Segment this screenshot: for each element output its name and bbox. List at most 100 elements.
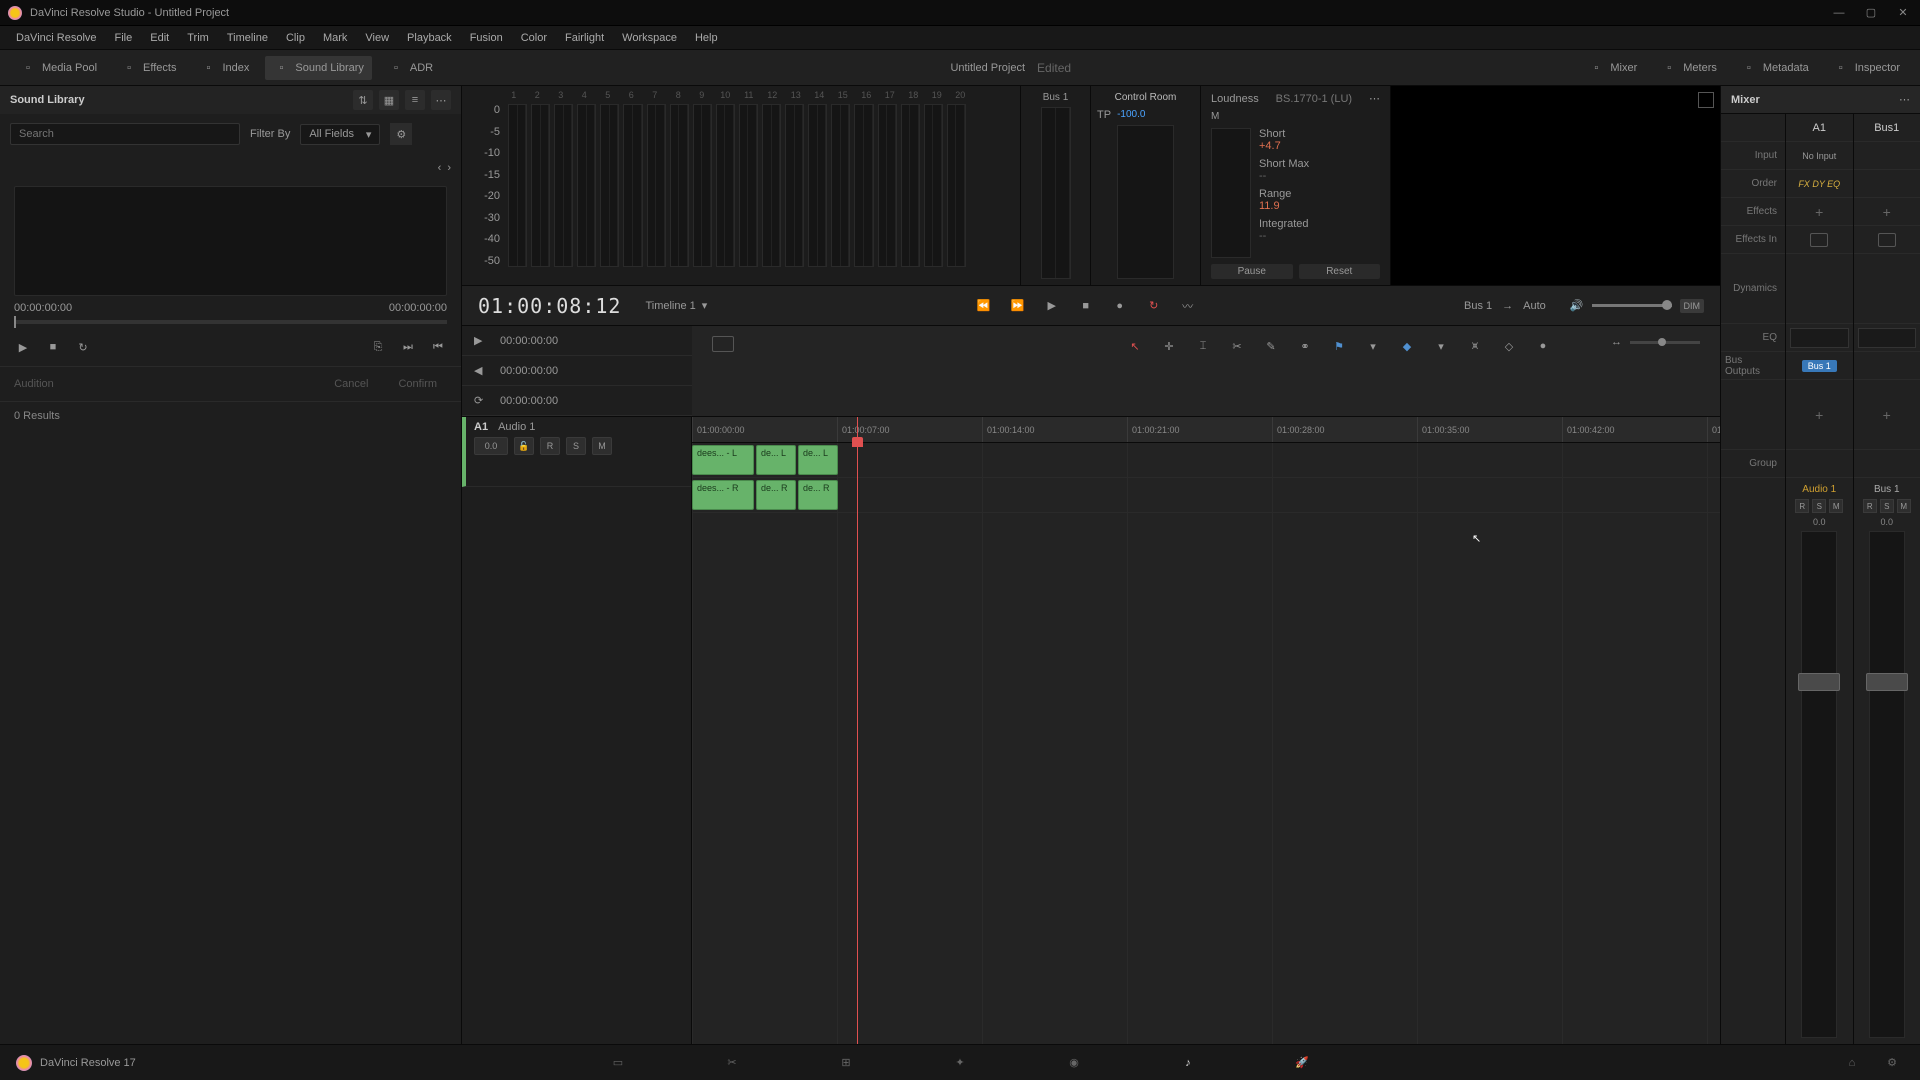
media-page-button[interactable]: ▭: [606, 1051, 630, 1075]
edit-tool[interactable]: ⌶: [1193, 336, 1213, 356]
zoom-slider[interactable]: [1630, 341, 1700, 344]
rewind-button[interactable]: ⏪: [974, 296, 994, 316]
range-tool[interactable]: ✛: [1159, 336, 1179, 356]
list-view-button[interactable]: ≡: [405, 90, 425, 110]
fairlight-page-button[interactable]: ♪: [1176, 1051, 1200, 1075]
menu-playback[interactable]: Playback: [399, 29, 460, 47]
tc-row-2[interactable]: ⟳00:00:00:00: [462, 386, 692, 416]
mixer-cell[interactable]: [1786, 254, 1853, 324]
home-button[interactable]: ⌂: [1840, 1051, 1864, 1075]
marker-dropdown[interactable]: ▾: [1431, 336, 1451, 356]
stop-button[interactable]: ■: [1076, 296, 1096, 316]
close-button[interactable]: ✕: [1894, 4, 1912, 22]
mixer-menu-button[interactable]: ⋯: [1899, 93, 1910, 106]
more-options-button[interactable]: ⋯: [431, 90, 451, 110]
search-input[interactable]: [10, 123, 240, 145]
pencil-tool[interactable]: ✎: [1261, 336, 1281, 356]
minimize-button[interactable]: —: [1830, 4, 1848, 22]
preview-scrubber[interactable]: [14, 320, 447, 324]
link-tool[interactable]: ⚭: [1295, 336, 1315, 356]
mixer-cell[interactable]: A1: [1786, 114, 1853, 142]
audio-clip[interactable]: dees... - L: [692, 445, 754, 475]
menu-mark[interactable]: Mark: [315, 29, 355, 47]
monitor-bus[interactable]: Bus 1: [1464, 300, 1492, 312]
flag-dropdown[interactable]: ▾: [1363, 336, 1383, 356]
edit-page-button[interactable]: ⊞: [834, 1051, 858, 1075]
color-page-button[interactable]: ◉: [1062, 1051, 1086, 1075]
sort-button[interactable]: ⇅: [353, 90, 373, 110]
audition-cancel-button[interactable]: Cancel: [324, 375, 378, 393]
settings-button[interactable]: ⚙: [1880, 1051, 1904, 1075]
mixer-fader[interactable]: Audio 1RSM0.0: [1786, 478, 1853, 1044]
audio-clip[interactable]: de... L: [798, 445, 838, 475]
track-record-button[interactable]: R: [540, 437, 560, 455]
menu-clip[interactable]: Clip: [278, 29, 313, 47]
loudness-reset-button[interactable]: Reset: [1299, 264, 1381, 279]
dot-tool[interactable]: ●: [1533, 336, 1553, 356]
mixer-cell[interactable]: Bus1: [1854, 114, 1920, 142]
metadata-button[interactable]: ▫Metadata: [1733, 56, 1817, 80]
tc-row-1[interactable]: ◀00:00:00:00: [462, 356, 692, 386]
nav-next-button[interactable]: ›: [447, 162, 451, 174]
audition-confirm-button[interactable]: Confirm: [388, 375, 447, 393]
track-mute-button[interactable]: M: [592, 437, 612, 455]
audio-clip[interactable]: dees... - R: [692, 480, 754, 510]
audio-clip[interactable]: de... L: [756, 445, 796, 475]
fusion-page-button[interactable]: ✦: [948, 1051, 972, 1075]
menu-fairlight[interactable]: Fairlight: [557, 29, 612, 47]
index-button[interactable]: ▫Index: [192, 56, 257, 80]
maximize-button[interactable]: ▢: [1862, 4, 1880, 22]
monitor-volume-slider[interactable]: [1592, 304, 1672, 307]
speaker-icon[interactable]: 🔊: [1570, 299, 1584, 312]
mixer-cell[interactable]: [1854, 352, 1920, 380]
menu-help[interactable]: Help: [687, 29, 726, 47]
play-button[interactable]: ▶: [1042, 296, 1062, 316]
fast-forward-button[interactable]: ⏩: [1008, 296, 1028, 316]
mixer-cell[interactable]: No Input: [1786, 142, 1853, 170]
menu-fusion[interactable]: Fusion: [462, 29, 511, 47]
preview-stop-button[interactable]: ■: [44, 338, 62, 356]
waveform-tool[interactable]: ⩙: [1465, 336, 1485, 356]
mixer-cell[interactable]: +: [1786, 380, 1853, 450]
timeline-selector[interactable]: Timeline 1 ▾: [645, 299, 707, 312]
track-lock-button[interactable]: 🔓: [514, 437, 534, 455]
timeline-ruler[interactable]: 01:00:00:0001:00:07:0001:00:14:0001:00:2…: [692, 417, 1720, 443]
preview-prev-button[interactable]: ⏮: [429, 338, 447, 356]
preview-in-button[interactable]: ⎘: [369, 338, 387, 356]
menu-trim[interactable]: Trim: [179, 29, 217, 47]
menu-edit[interactable]: Edit: [142, 29, 177, 47]
meters-button[interactable]: ▫Meters: [1653, 56, 1725, 80]
mixer-cell[interactable]: Bus 1: [1786, 352, 1853, 380]
timeline-canvas[interactable]: 01:00:00:0001:00:07:0001:00:14:0001:00:2…: [692, 417, 1720, 1044]
loudness-pause-button[interactable]: Pause: [1211, 264, 1293, 279]
selection-tool[interactable]: ↖: [1125, 336, 1145, 356]
mixer-cell[interactable]: [1854, 254, 1920, 324]
menu-color[interactable]: Color: [513, 29, 555, 47]
mixer-cell[interactable]: +: [1854, 380, 1920, 450]
mixer-fader[interactable]: Bus 1RSM0.0: [1854, 478, 1920, 1044]
playhead[interactable]: [857, 417, 858, 1044]
mixer-cell[interactable]: [1854, 226, 1920, 254]
flag-tool[interactable]: ⚑: [1329, 336, 1349, 356]
snap-tool[interactable]: ◇: [1499, 336, 1519, 356]
mixer-cell[interactable]: [1854, 142, 1920, 170]
menu-file[interactable]: File: [107, 29, 141, 47]
keyboard-icon[interactable]: [712, 336, 734, 352]
mixer-cell[interactable]: [1854, 324, 1920, 352]
preview-play-button[interactable]: ▶: [14, 338, 32, 356]
track-header-a1[interactable]: A1 Audio 1 0.0 🔓 R S M: [462, 417, 691, 487]
cut-page-button[interactable]: ✂: [720, 1051, 744, 1075]
menu-davinci-resolve[interactable]: DaVinci Resolve: [8, 29, 105, 47]
adr-button[interactable]: ▫ADR: [380, 56, 441, 80]
track-volume[interactable]: 0.0: [474, 437, 508, 455]
track-lane-a1[interactable]: dees... - Lde... Lde... L dees... - Rde.…: [692, 443, 1720, 513]
menu-view[interactable]: View: [357, 29, 397, 47]
timecode-display[interactable]: 01:00:08:12: [478, 294, 621, 318]
record-button[interactable]: ●: [1110, 296, 1130, 316]
mixer-cell[interactable]: +: [1854, 198, 1920, 226]
track-solo-button[interactable]: S: [566, 437, 586, 455]
preview-loop-button[interactable]: ↻: [74, 338, 92, 356]
monitor-auto[interactable]: Auto: [1523, 300, 1546, 312]
loudness-menu-button[interactable]: ⋯: [1369, 92, 1380, 105]
automation-button[interactable]: 〰: [1178, 296, 1198, 316]
